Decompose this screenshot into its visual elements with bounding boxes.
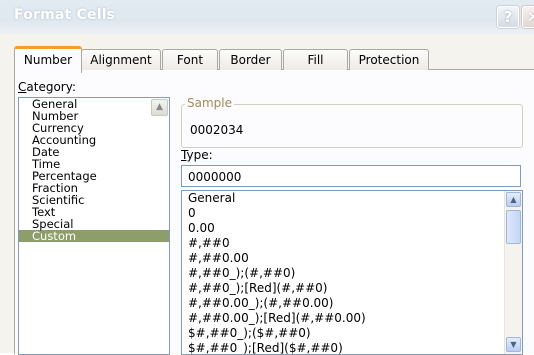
help-button[interactable]: ? xyxy=(497,6,519,28)
format-item[interactable]: #,##0_);[Red](#,##0) xyxy=(182,281,522,296)
tab-border[interactable]: Border xyxy=(219,49,282,70)
window-title: Format Cells xyxy=(14,7,116,23)
format-item[interactable]: General xyxy=(182,191,522,206)
tab-fill[interactable]: Fill xyxy=(283,49,348,70)
tab-protection[interactable]: Protection xyxy=(349,49,429,70)
format-item[interactable]: 0.00 xyxy=(182,221,522,236)
tab-number[interactable]: Number xyxy=(14,46,82,73)
format-item[interactable]: #,##0.00_);[Red](#,##0.00) xyxy=(182,311,522,326)
category-list[interactable]: General Number Currency Accounting Date … xyxy=(18,97,170,355)
sample-value: 0002034 xyxy=(190,123,244,137)
sample-legend: Sample xyxy=(185,96,234,110)
sample-group: Sample 0002034 xyxy=(181,96,523,148)
type-label: Type: xyxy=(181,148,213,162)
format-cells-dialog: Number Alignment Font Border Fill Protec… xyxy=(0,34,534,355)
format-item[interactable]: 0 xyxy=(182,206,522,221)
format-item[interactable]: #,##0_);(#,##0) xyxy=(182,266,522,281)
type-input[interactable]: 0000000 xyxy=(181,165,521,187)
format-code-list[interactable]: General 0 0.00 #,##0 #,##0.00 #,##0_);(#… xyxy=(181,190,523,355)
scrollbar-thumb[interactable] xyxy=(506,210,521,244)
format-item[interactable]: #,##0.00 xyxy=(182,251,522,266)
close-button[interactable]: ✕ xyxy=(522,6,534,28)
tab-alignment[interactable]: Alignment xyxy=(81,49,161,70)
scroll-up-icon[interactable]: ▲ xyxy=(506,192,521,207)
scroll-up-icon[interactable]: ▲ xyxy=(151,99,168,116)
format-item[interactable]: $#,##0_);($#,##0) xyxy=(182,326,522,341)
scroll-down-icon[interactable]: ▼ xyxy=(506,337,521,352)
category-item-custom[interactable]: Custom xyxy=(19,230,169,242)
format-item[interactable]: #,##0.00_);(#,##0.00) xyxy=(182,296,522,311)
format-item[interactable]: #,##0 xyxy=(182,236,522,251)
tab-font[interactable]: Font xyxy=(162,49,218,70)
format-list-scrollbar[interactable]: ▲ ▼ xyxy=(504,191,522,354)
title-bar: Format Cells ? ✕ xyxy=(0,0,534,34)
category-label: Category: xyxy=(18,80,76,94)
